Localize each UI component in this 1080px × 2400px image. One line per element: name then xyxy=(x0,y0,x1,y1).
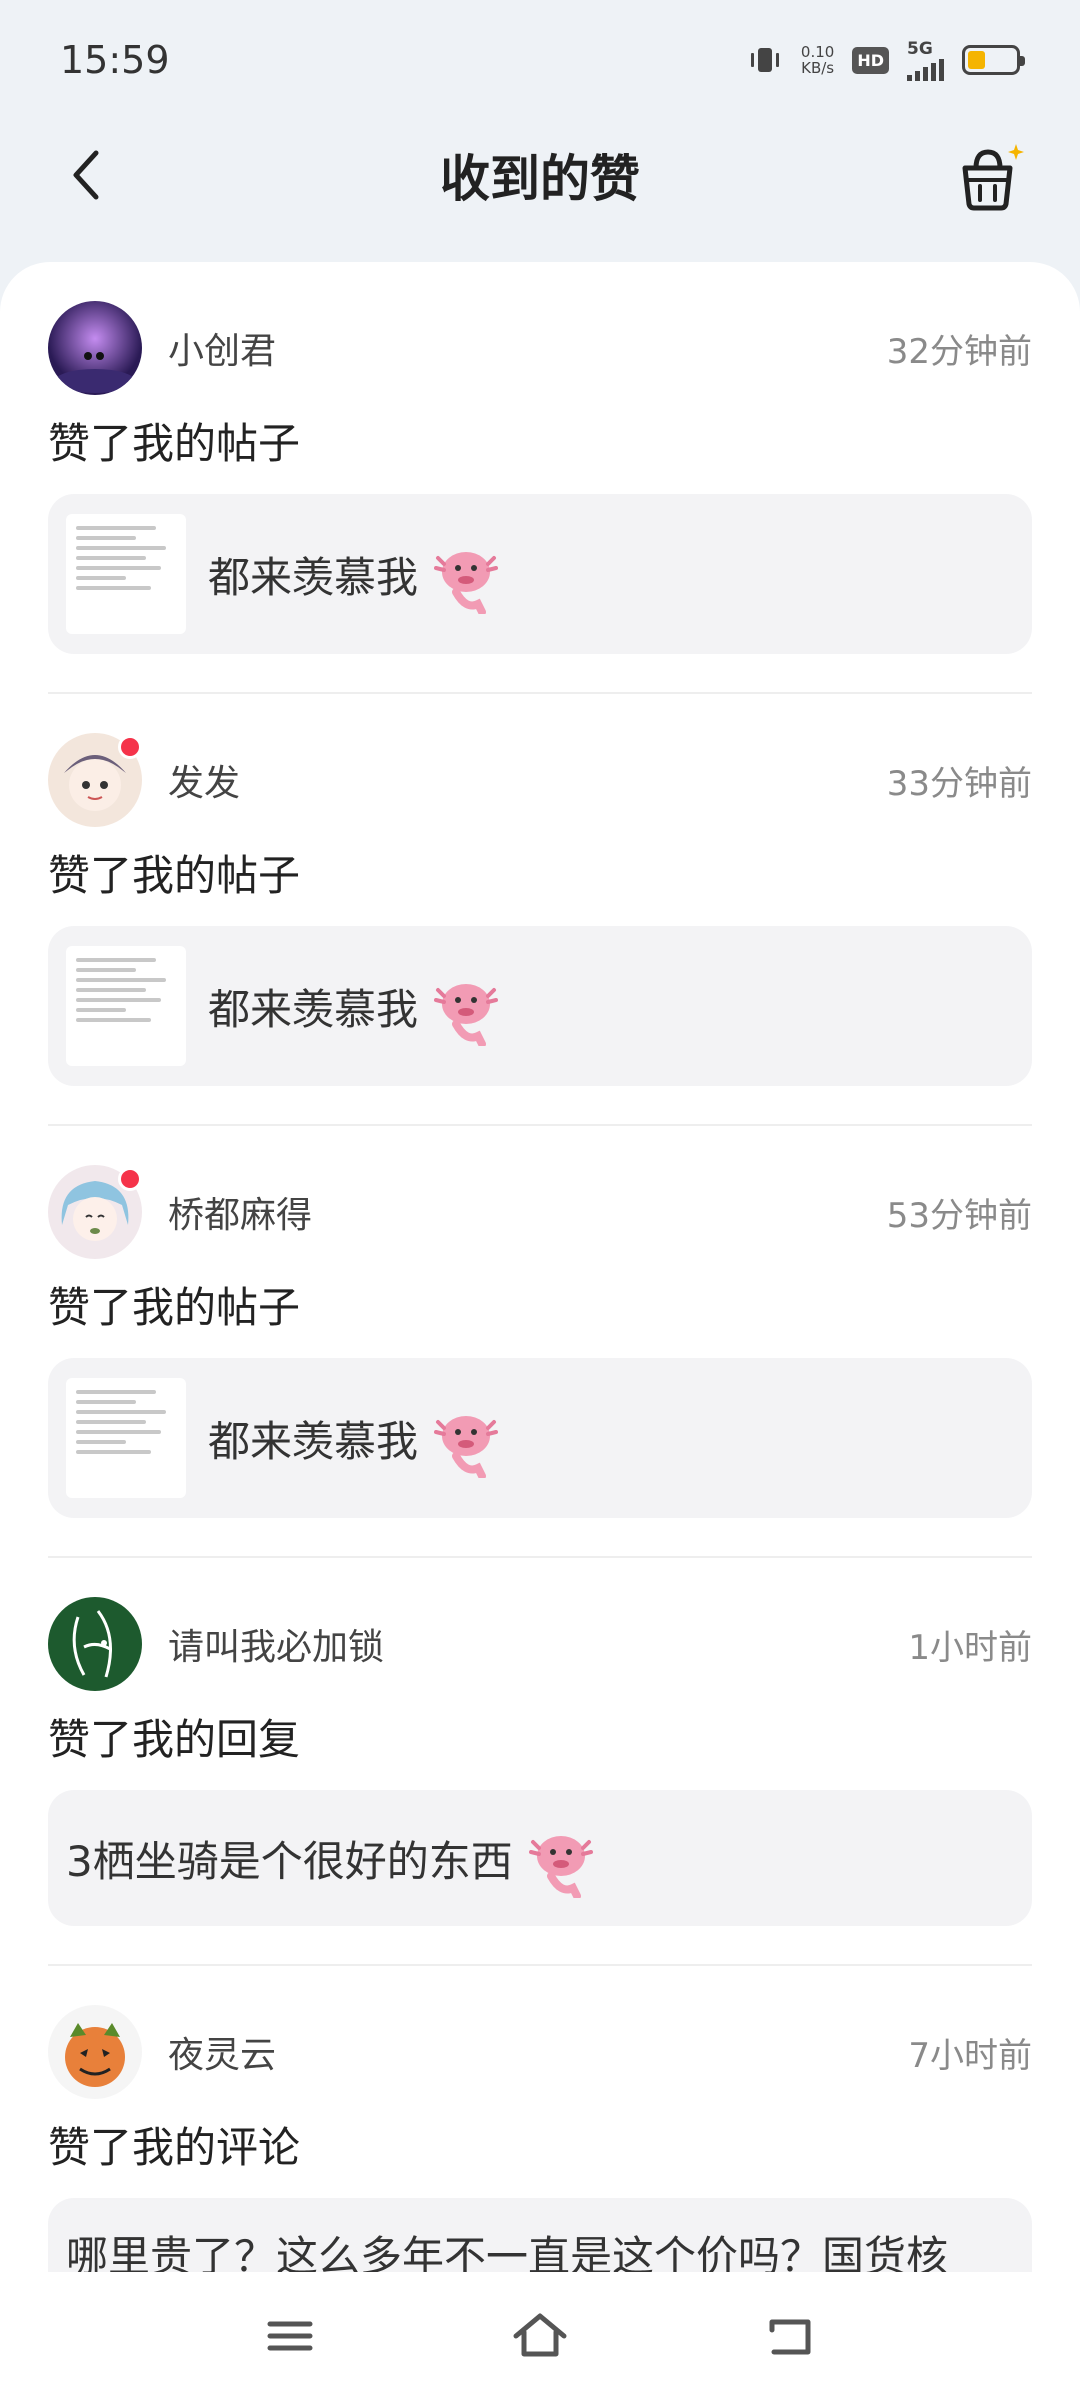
list-item[interactable]: 桥都麻得 53分钟前 赞了我的帖子 都来羡慕我 xyxy=(48,1126,1032,1558)
home-icon xyxy=(513,2313,567,2357)
unread-dot xyxy=(118,735,142,759)
speed-value: 0.10 xyxy=(800,43,835,61)
axolotl-emoji-icon xyxy=(434,984,499,1046)
network-speed: 0.10 KB/s xyxy=(801,44,834,76)
action-text: 赞了我的回复 xyxy=(48,1715,301,1764)
list-item[interactable]: 夜灵云 7小时前 赞了我的评论 哪里贵了？这么多年不一直是这个价吗？国货核 xyxy=(48,1966,1032,2272)
username[interactable]: 发发 xyxy=(168,754,887,806)
action-text: 赞了我的帖子 xyxy=(48,1283,301,1332)
comment-card[interactable]: 哪里贵了？这么多年不一直是这个价吗？国货核 xyxy=(48,2198,1032,2272)
basket-button[interactable] xyxy=(950,138,1030,218)
timestamp: 1小时前 xyxy=(908,1627,1032,1668)
username[interactable]: 请叫我必加锁 xyxy=(168,1618,908,1670)
likes-list[interactable]: 小创君 32分钟前 赞了我的帖子 都来羡慕我 发发 33分钟前 赞了我的帖子 都… xyxy=(0,262,1080,2272)
post-text: 都来羡慕我 xyxy=(208,552,419,602)
item-header: 桥都麻得 53分钟前 xyxy=(48,1164,1032,1260)
status-bar: 15:59 0.10 KB/s HD 5G xyxy=(0,0,1080,120)
back-arrow-icon xyxy=(769,2319,811,2355)
action-text: 赞了我的帖子 xyxy=(48,851,301,900)
post-thumbnail xyxy=(66,514,186,634)
item-header: 请叫我必加锁 1小时前 xyxy=(48,1596,1032,1692)
chevron-left-icon xyxy=(73,150,99,200)
avatar[interactable] xyxy=(48,301,142,395)
battery-icon xyxy=(962,45,1025,75)
post-text: 都来羡慕我 xyxy=(208,984,419,1034)
home-button[interactable] xyxy=(510,2306,570,2366)
action-text: 赞了我的帖子 xyxy=(48,419,301,468)
system-nav-bar xyxy=(0,2272,1080,2400)
basket-icon xyxy=(962,144,1024,211)
post-thumbnail xyxy=(66,946,186,1066)
post-card[interactable]: 都来羡慕我 xyxy=(48,494,1032,654)
vibrate-icon xyxy=(747,45,783,75)
avatar[interactable] xyxy=(48,733,142,827)
timestamp: 7小时前 xyxy=(908,2035,1032,2076)
reply-card[interactable]: 3栖坐骑是个很好的东西 xyxy=(48,1790,1032,1926)
timestamp: 32分钟前 xyxy=(886,331,1032,372)
list-item[interactable]: 小创君 32分钟前 赞了我的帖子 都来羡慕我 xyxy=(48,262,1032,694)
timestamp: 53分钟前 xyxy=(886,1195,1032,1236)
post-text: 都来羡慕我 xyxy=(208,1416,419,1466)
back-button[interactable] xyxy=(60,145,120,205)
signal-group: 5G xyxy=(907,39,944,81)
reply-text: 3栖坐骑是个很好的东西 xyxy=(66,1836,513,1886)
item-header: 夜灵云 7小时前 xyxy=(48,2004,1032,2100)
unread-dot xyxy=(118,1167,142,1191)
post-thumbnail xyxy=(66,1378,186,1498)
network-type: 5G xyxy=(907,39,933,59)
menu-icon xyxy=(267,2321,313,2351)
timestamp: 33分钟前 xyxy=(886,763,1032,804)
avatar[interactable] xyxy=(48,1165,142,1259)
list-item[interactable]: 请叫我必加锁 1小时前 赞了我的回复 3栖坐骑是个很好的东西 xyxy=(48,1558,1032,1966)
status-icons: 0.10 KB/s HD 5G xyxy=(747,39,1025,81)
speed-unit: KB/s xyxy=(801,59,835,77)
avatar[interactable] xyxy=(48,1597,142,1691)
status-time: 15:59 xyxy=(60,38,170,82)
top-bar: 收到的赞 xyxy=(0,120,1080,230)
axolotl-emoji-icon xyxy=(434,1416,499,1478)
item-header: 发发 33分钟前 xyxy=(48,732,1032,828)
post-card[interactable]: 都来羡慕我 xyxy=(48,926,1032,1086)
back-nav-button[interactable] xyxy=(760,2306,820,2366)
username[interactable]: 小创君 xyxy=(168,322,887,374)
axolotl-emoji-icon xyxy=(434,552,499,614)
axolotl-emoji-icon xyxy=(528,1836,593,1898)
page-title: 收到的赞 xyxy=(440,150,640,208)
menu-button[interactable] xyxy=(260,2306,320,2366)
post-card[interactable]: 都来羡慕我 xyxy=(48,1358,1032,1518)
list-item[interactable]: 发发 33分钟前 赞了我的帖子 都来羡慕我 xyxy=(48,694,1032,1126)
item-header: 小创君 32分钟前 xyxy=(48,300,1032,396)
hd-badge: HD xyxy=(852,46,889,74)
signal-icon xyxy=(907,59,944,81)
comment-text: 哪里贵了？这么多年不一直是这个价吗？国货核 xyxy=(66,2231,949,2273)
avatar[interactable] xyxy=(48,2005,142,2099)
username[interactable]: 夜灵云 xyxy=(168,2026,908,2078)
username[interactable]: 桥都麻得 xyxy=(168,1186,887,1238)
action-text: 赞了我的评论 xyxy=(48,2123,301,2172)
